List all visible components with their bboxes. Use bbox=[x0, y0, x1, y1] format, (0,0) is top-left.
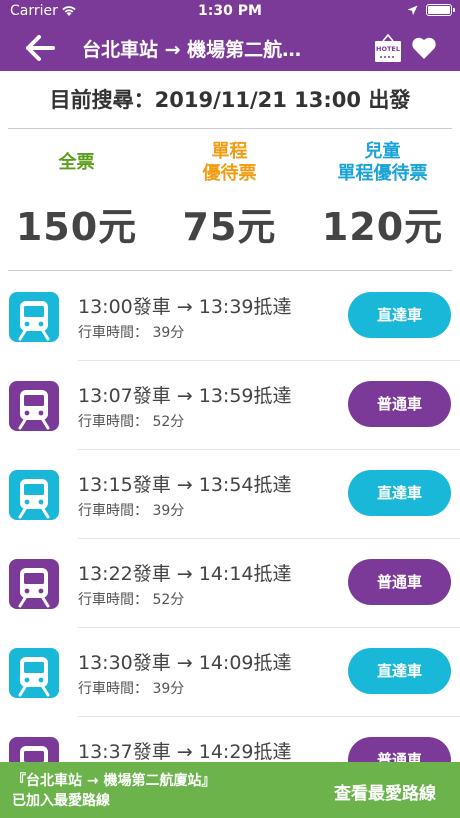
top-bar: Carrier 1:30 PM 台北車站 → 機場第二航… HOTEL bbox=[0, 0, 460, 71]
trip-duration: 行車時間： 52分 bbox=[78, 592, 185, 608]
hotel-icon[interactable]: HOTEL bbox=[374, 33, 402, 63]
trip-row[interactable]: 13:15發車 → 13:54抵達行車時間： 39分 直達車 bbox=[0, 450, 460, 539]
train-type-button[interactable]: 普通車 bbox=[348, 381, 451, 427]
view-favorites-button[interactable]: 查看最愛路線 bbox=[334, 779, 436, 804]
trip-times: 13:00發車 → 13:39抵達 bbox=[78, 296, 292, 318]
fare-price: 120元 bbox=[321, 205, 444, 249]
fare-price: 150元 bbox=[15, 205, 138, 249]
trip-duration: 行車時間： 52分 bbox=[78, 414, 185, 430]
favorite-toast: 『台北車站 → 機場第二航廈站』 已加入最愛路線 查看最愛路線 bbox=[0, 762, 460, 818]
trip-times: 13:37發車 → 14:29抵達 bbox=[78, 741, 292, 763]
trip-row[interactable]: 13:07發車 → 13:59抵達行車時間： 52分 普通車 bbox=[0, 361, 460, 450]
trip-duration: 行車時間： 39分 bbox=[78, 503, 185, 519]
clock: 1:30 PM bbox=[198, 3, 262, 19]
train-icon bbox=[9, 470, 59, 520]
train-type-button[interactable]: 直達車 bbox=[348, 648, 451, 694]
search-label: 目前搜尋： bbox=[49, 88, 155, 112]
trip-row[interactable]: 13:30發車 → 14:09抵達行車時間： 39分 直達車 bbox=[0, 628, 460, 717]
toast-message: 『台北車站 → 機場第二航廈站』 已加入最愛路線 bbox=[12, 773, 216, 809]
trip-times: 13:30發車 → 14:09抵達 bbox=[78, 652, 292, 674]
fare-full: 全票 150元 bbox=[0, 140, 153, 251]
back-arrow-icon[interactable] bbox=[24, 32, 56, 64]
route-title: 台北車站 → 機場第二航… bbox=[82, 39, 302, 61]
search-suffix: 出發 bbox=[368, 88, 411, 112]
search-datetime: 2019/11/21 13:00 bbox=[154, 88, 362, 112]
train-icon bbox=[9, 381, 59, 431]
trip-times: 13:22發車 → 14:14抵達 bbox=[78, 563, 292, 585]
trip-row[interactable]: 13:22發車 → 14:14抵達行車時間： 52分 普通車 bbox=[0, 539, 460, 628]
battery-icon bbox=[426, 4, 455, 16]
nav-row: 台北車站 → 機場第二航… HOTEL bbox=[0, 28, 460, 68]
location-arrow-icon bbox=[407, 5, 418, 15]
search-summary: 目前搜尋：2019/11/21 13:00 出發 bbox=[0, 80, 460, 120]
train-icon bbox=[9, 292, 59, 342]
divider bbox=[8, 270, 452, 271]
train-icon bbox=[9, 648, 59, 698]
heart-icon[interactable] bbox=[411, 35, 437, 61]
train-type-button[interactable]: 普通車 bbox=[348, 559, 451, 605]
trip-times: 13:15發車 → 13:54抵達 bbox=[78, 474, 292, 496]
fare-child: 兒童 單程優待票 120元 bbox=[306, 140, 459, 251]
fare-discount: 單程 優待票 75元 bbox=[153, 140, 306, 251]
svg-text:HOTEL: HOTEL bbox=[376, 45, 400, 53]
divider bbox=[8, 128, 452, 129]
fare-label: 兒童 單程優待票 bbox=[337, 141, 428, 184]
trip-duration: 行車時間： 39分 bbox=[78, 681, 185, 697]
train-type-button[interactable]: 直達車 bbox=[348, 292, 451, 338]
fare-label: 單程 優待票 bbox=[202, 141, 257, 184]
train-type-button[interactable]: 直達車 bbox=[348, 470, 451, 516]
trip-duration: 行車時間： 39分 bbox=[78, 325, 185, 341]
trip-row[interactable]: 13:00發車 → 13:39抵達行車時間： 39分 直達車 bbox=[0, 272, 460, 361]
status-right bbox=[407, 4, 455, 16]
trip-times: 13:07發車 → 13:59抵達 bbox=[78, 385, 292, 407]
status-bar: Carrier 1:30 PM bbox=[0, 0, 460, 22]
train-icon bbox=[9, 559, 59, 609]
fare-label: 全票 bbox=[58, 152, 95, 173]
fare-price: 75元 bbox=[182, 205, 277, 249]
